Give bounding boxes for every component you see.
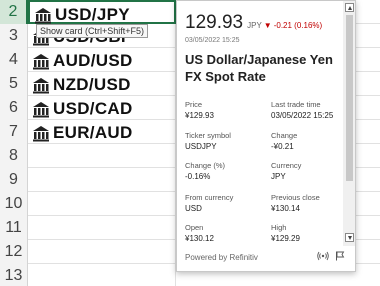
row-header[interactable]: 3 bbox=[0, 24, 28, 48]
cell-a12[interactable] bbox=[28, 240, 176, 264]
row-header[interactable]: 9 bbox=[0, 168, 28, 192]
card-price: 129.93 bbox=[185, 12, 244, 33]
cell-a13[interactable] bbox=[28, 264, 176, 286]
field-label: Currency bbox=[271, 161, 302, 170]
field-value[interactable]: USD bbox=[185, 203, 265, 215]
field-value[interactable]: JPY bbox=[271, 171, 351, 183]
card-title: US Dollar/Japanese Yen FX Spot Rate bbox=[185, 52, 333, 84]
row-header[interactable]: 12 bbox=[0, 240, 28, 264]
card-content: 129.93 JPY ▼ -0.21 (0.16%) 03/05/2022 15… bbox=[177, 1, 345, 271]
cell-a11[interactable] bbox=[28, 216, 176, 240]
stock-data-type[interactable]: USD/JPY bbox=[34, 5, 130, 25]
stock-name: EUR/AUD bbox=[53, 123, 133, 142]
scroll-up-icon bbox=[348, 6, 352, 10]
field-value[interactable]: USDJPY bbox=[185, 141, 265, 153]
row-header[interactable]: 7 bbox=[0, 120, 28, 144]
field-value[interactable]: ¥130.12 bbox=[185, 233, 265, 245]
row-header[interactable]: 8 bbox=[0, 144, 28, 168]
field-last-trade-time: Last trade time 03/05/2022 15:25 bbox=[271, 100, 351, 122]
stock-name: USD/JPY bbox=[55, 5, 130, 24]
row-header[interactable]: 6 bbox=[0, 96, 28, 120]
field-label: From currency bbox=[185, 193, 234, 202]
field-label: Open bbox=[185, 223, 204, 232]
row-header[interactable]: 11 bbox=[0, 216, 28, 240]
price-line: 129.93 JPY ▼ -0.21 (0.16%) bbox=[185, 12, 322, 34]
cell-a4[interactable]: AUD/USD bbox=[28, 48, 176, 72]
field-previous-close: Previous close ¥130.14 bbox=[271, 193, 351, 215]
field-open: Open ¥130.12 bbox=[185, 223, 265, 245]
scroll-down-icon bbox=[348, 236, 352, 240]
cell-a5[interactable]: NZD/USD bbox=[28, 72, 176, 96]
cell-a10[interactable] bbox=[28, 192, 176, 216]
field-label: Ticker symbol bbox=[185, 131, 231, 140]
card-footer-icons bbox=[317, 251, 345, 261]
field-value[interactable]: ¥130.14 bbox=[271, 203, 351, 215]
field-label: Change (%) bbox=[185, 161, 226, 170]
stock-name: NZD/USD bbox=[53, 75, 131, 94]
row-header[interactable]: 4 bbox=[0, 48, 28, 72]
show-card-tooltip: Show card (Ctrl+Shift+F5) bbox=[36, 24, 149, 38]
cell-a7[interactable]: EUR/AUD bbox=[28, 120, 176, 144]
stock-name: AUD/USD bbox=[53, 51, 133, 70]
row-header[interactable]: 10 bbox=[0, 192, 28, 216]
field-currency: Currency JPY bbox=[271, 161, 351, 183]
stock-data-type[interactable]: AUD/USD bbox=[32, 51, 133, 71]
cell-a2[interactable]: USD/JPY bbox=[28, 0, 176, 24]
flag-icon[interactable] bbox=[335, 251, 345, 261]
scroll-down-button[interactable] bbox=[345, 233, 354, 242]
bank-icon[interactable] bbox=[32, 125, 50, 142]
row-header[interactable]: 2 bbox=[0, 0, 28, 24]
row-header[interactable]: 13 bbox=[0, 264, 28, 286]
bank-icon[interactable] bbox=[32, 53, 50, 70]
stock-name: USD/CAD bbox=[53, 99, 133, 118]
field-label: Change bbox=[271, 131, 298, 140]
field-from-currency: From currency USD bbox=[185, 193, 265, 215]
bank-icon[interactable] bbox=[32, 101, 50, 118]
cell-a8[interactable] bbox=[28, 144, 176, 168]
stock-data-type[interactable]: EUR/AUD bbox=[32, 123, 133, 143]
field-label: High bbox=[271, 223, 287, 232]
down-arrow-icon: ▼ bbox=[263, 21, 272, 30]
bank-icon[interactable] bbox=[32, 77, 50, 94]
field-value[interactable]: ¥129.93 bbox=[185, 110, 265, 122]
card-currency: JPY bbox=[247, 21, 262, 30]
field-change-percent: Change (%) -0.16% bbox=[185, 161, 265, 183]
stock-data-type[interactable]: USD/CAD bbox=[32, 99, 133, 119]
card-timestamp: 03/05/2022 15:25 bbox=[185, 37, 240, 44]
bank-icon[interactable] bbox=[34, 7, 52, 24]
scroll-thumb[interactable] bbox=[346, 15, 353, 181]
field-value[interactable]: -¥0.21 bbox=[271, 141, 351, 153]
card-change: -0.21 (0.16%) bbox=[273, 21, 323, 30]
cell-a6[interactable]: USD/CAD bbox=[28, 96, 176, 120]
provider-credit: Powered by Refinitiv bbox=[185, 253, 258, 262]
broadcast-icon[interactable] bbox=[317, 251, 329, 261]
card-scrollbar[interactable] bbox=[343, 1, 355, 246]
stock-data-type[interactable]: NZD/USD bbox=[32, 75, 131, 95]
field-high: High ¥129.29 bbox=[271, 223, 351, 245]
field-label: Price bbox=[185, 100, 203, 109]
row-header[interactable]: 5 bbox=[0, 72, 28, 96]
cell-a9[interactable] bbox=[28, 168, 176, 192]
field-ticker-symbol: Ticker symbol USDJPY bbox=[185, 131, 265, 153]
scroll-up-button[interactable] bbox=[345, 3, 354, 12]
field-change: Change -¥0.21 bbox=[271, 131, 351, 153]
field-label: Last trade time bbox=[271, 100, 321, 109]
field-price: Price ¥129.93 bbox=[185, 100, 265, 122]
field-label: Previous close bbox=[271, 193, 320, 202]
field-value[interactable]: ¥129.29 bbox=[271, 233, 351, 245]
data-card: 129.93 JPY ▼ -0.21 (0.16%) 03/05/2022 15… bbox=[176, 0, 356, 272]
field-value[interactable]: -0.16% bbox=[185, 171, 265, 183]
field-value[interactable]: 03/05/2022 15:25 bbox=[271, 110, 351, 122]
